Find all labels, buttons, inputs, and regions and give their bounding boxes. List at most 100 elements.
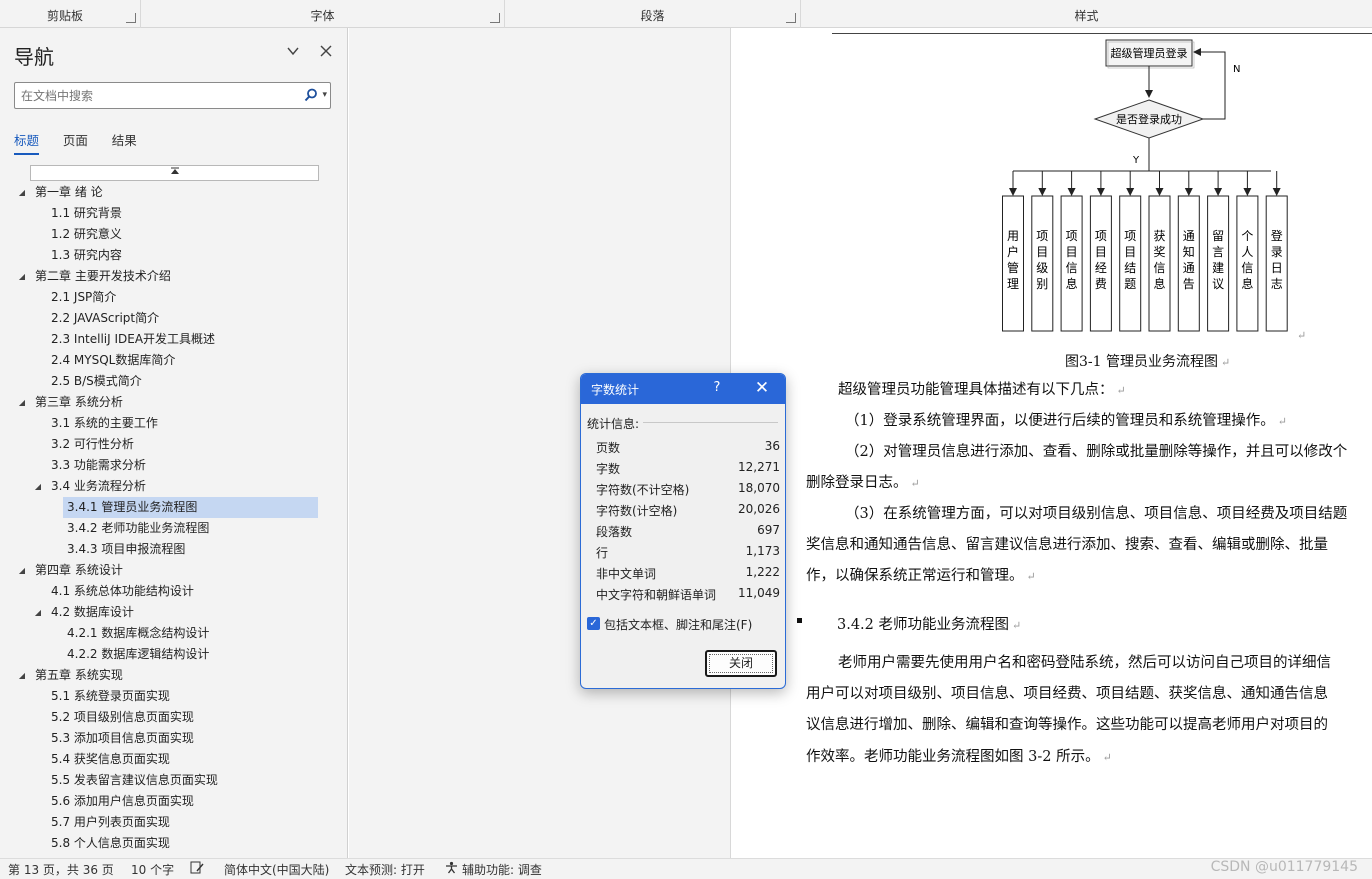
outline-item[interactable]: 5.2 项目级别信息页面实现 [0,707,347,728]
outline-item[interactable]: 1.3 研究内容 [0,245,347,266]
outline-item-label: 4.2 数据库设计 [51,605,134,619]
text-prediction[interactable]: 文本预测: 打开 [345,861,425,878]
paragraph-mark: ↵ [1297,329,1307,342]
outline-item-label: 1.1 研究背景 [51,206,122,220]
outline-item[interactable]: 3.3 功能需求分析 [0,455,347,476]
outline-item[interactable]: 1.1 研究背景 [0,203,347,224]
stat-key: 行 [596,546,609,560]
checkbox-label[interactable]: 包括文本框、脚注和尾注(F) [604,616,752,633]
paragraph-dialog-launcher-icon[interactable] [786,13,796,23]
outline-item[interactable]: 5.7 用户列表页面实现 [0,812,347,833]
word-count[interactable]: 10 个字 [131,861,174,878]
accessibility-icon[interactable] [445,861,458,877]
stat-key: 中文字符和朝鲜语单词 [596,588,717,602]
outline-item[interactable]: 3.4.2 老师功能业务流程图 [0,518,347,539]
accessibility-status[interactable]: 辅助功能: 调查 [462,861,542,878]
search-input[interactable] [15,83,285,108]
close-button[interactable]: 关闭 [705,650,777,677]
outline-item[interactable]: 3.4.1 管理员业务流程图 [63,497,318,518]
outline-item[interactable]: ◢ 4.2 数据库设计 [0,602,347,623]
tab-headings[interactable]: 标题 [14,130,40,155]
section-heading: 3.4.2 老师功能业务流程图 ↵ [837,617,1022,633]
dialog-titlebar[interactable]: 字数统计 ? ✕ [581,374,785,404]
styles-group-label: 样式 [1074,9,1099,23]
flowchart-decision-label: 是否登录成功 [1116,112,1182,126]
stat-value: 20,026 [738,502,780,516]
chevron-down-icon[interactable] [284,44,302,62]
outline-item-label: 4.2.2 数据库逻辑结构设计 [67,647,210,661]
expand-triangle-icon[interactable]: ◢ [33,602,43,623]
outline-item[interactable]: ◢ 3.4 业务流程分析 [0,476,347,497]
outline-item-label: 2.5 B/S模式简介 [51,374,142,388]
outline-scroll-up-button[interactable] [30,165,319,181]
outline-item[interactable]: 5.3 添加项目信息页面实现 [0,728,347,749]
outline-item[interactable]: 5.1 系统登录页面实现 [0,686,347,707]
stat-row: 字符数(计空格) 20,026 [596,500,780,521]
expand-triangle-icon[interactable]: ◢ [17,392,27,413]
flowchart-arrowhead [1155,188,1164,196]
include-textbox-footnotes-checkbox[interactable]: ✓ [587,617,600,630]
help-icon[interactable]: ? [709,380,725,395]
outline-item[interactable]: 4.2.2 数据库逻辑结构设计 [0,644,347,665]
stat-row: 页数 36 [596,437,780,458]
language[interactable]: 简体中文(中国大陆) [224,861,329,878]
document-page[interactable]: 超级管理员登录 是否登录成功 N Y 用户管理 项目级别 项目信息 项目经费 项目结题获… [730,28,1372,858]
navigation-pane: 导航 ▾ 标题 页面 结果 ◢ 第一章 绪 论 1.1 研究背景 1.2 研究意义 1.… [0,28,348,858]
flowchart-arrowhead [1096,188,1105,196]
outline-item-label: 2.2 JAVAScript简介 [51,311,160,325]
outline-item[interactable]: ◢ 第一章 绪 论 [0,182,347,203]
outline-item[interactable]: 2.2 JAVAScript简介 [0,308,347,329]
outline-item[interactable]: 4.2.1 数据库概念结构设计 [0,623,347,644]
paragraph-group-label: 段落 [640,9,665,23]
dialog-title: 字数统计 [591,383,640,397]
flowchart-arrowhead [1067,188,1076,196]
word-count-dialog: 字数统计 ? ✕ 统计信息: 页数 36 字数 12,271 字符数(不计空格) 18,0… [580,373,786,689]
search-options-chevron-icon[interactable]: ▾ [322,90,327,100]
stat-row: 非中文单词 1,222 [596,563,780,584]
outline-item[interactable]: 5.8 个人信息页面实现 [0,833,347,854]
page-count[interactable]: 第 13 页，共 36 页 [8,861,114,878]
outline-item[interactable]: 2.4 MYSQL数据库简介 [0,350,347,371]
outline-item[interactable]: 3.4.3 项目申报流程图 [0,539,347,560]
nav-search-box: ▾ [14,82,331,109]
flowchart-arrowhead [1184,188,1193,196]
expand-triangle-icon[interactable]: ◢ [17,665,27,686]
close-icon[interactable] [317,44,335,62]
stat-row: 中文字符和朝鲜语单词 11,049 [596,584,780,605]
outline-item[interactable]: ◢ 第三章 系统分析 [0,392,347,413]
outline-item[interactable]: 5.5 发表留言建议信息页面实现 [0,770,347,791]
body-line: 用户可以对项目级别、项目信息、项目经费、项目结题、获奖信息、通知通告信息 [806,686,1328,702]
body-line: 议信息进行增加、删除、编辑和查询等操作。这些功能可以提高老师用户对项目的 [806,717,1328,733]
stats-label: 统计信息: [587,417,640,431]
font-dialog-launcher-icon[interactable] [490,13,500,23]
outline-item[interactable]: 2.5 B/S模式简介 [0,371,347,392]
outline-item-label: 5.2 项目级别信息页面实现 [51,710,194,724]
flowchart-arrowhead [1272,188,1281,196]
outline-item[interactable]: 4.1 系统总体功能结构设计 [0,581,347,602]
outline-item[interactable]: ◢ 第四章 系统设计 [0,560,347,581]
outline-item[interactable]: 5.4 获奖信息页面实现 [0,749,347,770]
close-icon[interactable]: ✕ [753,378,771,398]
outline-item-label: 第三章 系统分析 [35,395,123,409]
outline-item[interactable]: 1.2 研究意义 [0,224,347,245]
watermark: CSDN @u011779145 [1210,859,1358,875]
expand-triangle-icon[interactable]: ◢ [17,182,27,203]
flowchart-arrowhead [1243,188,1252,196]
outline-item[interactable]: 2.1 JSP简介 [0,287,347,308]
outline-item[interactable]: 2.3 IntelliJ IDEA开发工具概述 [0,329,347,350]
outline-item[interactable]: ◢ 第五章 系统实现 [0,665,347,686]
expand-triangle-icon[interactable]: ◢ [17,560,27,581]
search-icon[interactable] [304,88,318,102]
tab-pages[interactable]: 页面 [63,130,88,153]
outline-item[interactable]: ◢ 第二章 主要开发技术介绍 [0,266,347,287]
expand-triangle-icon[interactable]: ◢ [17,266,27,287]
outline-item[interactable]: 3.1 系统的主要工作 [0,413,347,434]
ribbon-group-styles: 样式 [801,0,1372,28]
tab-results[interactable]: 结果 [112,130,137,153]
outline-item[interactable]: 5.6 添加用户信息页面实现 [0,791,347,812]
clipboard-dialog-launcher-icon[interactable] [126,13,136,23]
expand-triangle-icon[interactable]: ◢ [33,476,43,497]
proofing-icon[interactable] [190,861,204,877]
outline-item[interactable]: 3.2 可行性分析 [0,434,347,455]
stat-value: 12,271 [738,460,780,474]
